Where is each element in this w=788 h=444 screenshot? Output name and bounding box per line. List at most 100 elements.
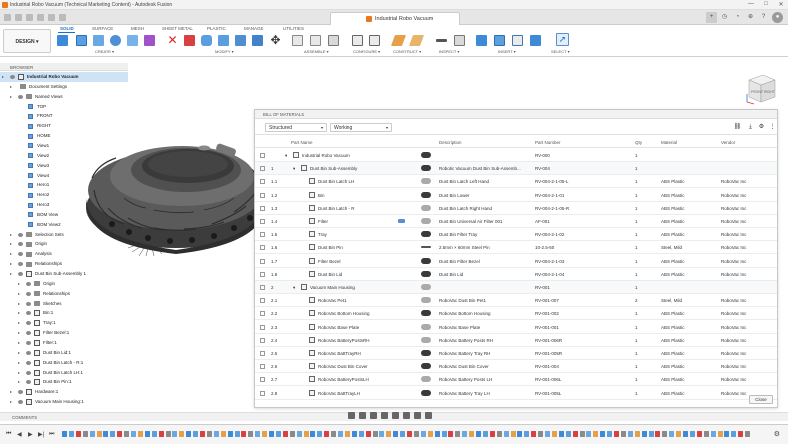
timeline-feature-icon[interactable] [151, 431, 157, 437]
insert-menu[interactable]: INSERT ▾ [498, 49, 516, 54]
timeline-feature-icon[interactable] [572, 431, 578, 437]
app-grid-icon[interactable] [4, 14, 11, 21]
assemble-menu[interactable]: ASSEMBLE ▾ [304, 49, 329, 54]
browser-item[interactable]: ▸ Named Views [0, 92, 128, 102]
expand-arrow-icon[interactable]: ▸ [18, 291, 20, 296]
expand-row-icon[interactable]: ▾ [285, 153, 287, 159]
timeline-feature-icon[interactable] [68, 431, 74, 437]
bom-row[interactable]: 1.4 Filter Dust Bin Universal Air Filter 0… [255, 215, 777, 228]
construct-menu[interactable]: CONSTRUCT ▾ [393, 49, 421, 54]
bom-row[interactable]: 1.2 Bin Dust Bin Lower RV-004-2-1-01 1 ABS Pl… [255, 189, 777, 202]
browser-item[interactable]: ▸ Relationships [0, 289, 128, 299]
browser-item[interactable]: ▸ Document Settings [0, 82, 128, 92]
look-at-icon[interactable] [359, 412, 366, 419]
expand-arrow-icon[interactable]: ▸ [10, 261, 12, 266]
timeline-feature-icon[interactable] [275, 431, 281, 437]
expand-arrow-icon[interactable]: ▸ [10, 241, 12, 246]
chamfer-icon[interactable] [218, 35, 229, 46]
timeline-feature-icon[interactable] [538, 431, 544, 437]
visibility-eye-icon[interactable] [10, 75, 15, 79]
browser-item[interactable]: ▸ Hardware:1 [0, 387, 128, 397]
link-icon[interactable]: ⛓ [733, 123, 742, 132]
timeline-feature-icon[interactable] [296, 431, 302, 437]
expand-arrow-icon[interactable]: ▸ [10, 271, 12, 276]
browser-item[interactable]: ▸ Filter Bezel:1 [0, 328, 128, 338]
bom-row[interactable]: 2.6 RoboVac Dust Bin Cover RoboVac Dust Bi… [255, 360, 777, 374]
extensions-icon[interactable]: ◷ [719, 12, 730, 23]
tab-industrial-robo-vacuum[interactable]: Industrial Robo Vacuum [330, 12, 460, 25]
timeline-feature-icon[interactable] [110, 431, 116, 437]
timeline-feature-icon[interactable] [745, 431, 751, 437]
timeline-feature-icon[interactable] [731, 431, 737, 437]
timeline-feature-icon[interactable] [248, 431, 254, 437]
timeline-feature-icon[interactable] [158, 431, 164, 437]
col-part-number[interactable]: Part Number [535, 140, 561, 145]
fit-icon[interactable] [392, 412, 399, 419]
timeline-feature-icon[interactable] [469, 431, 475, 437]
tab-sheet-metal[interactable]: SHEET METAL [162, 26, 193, 31]
browser-item[interactable]: ▸ Sketches [0, 299, 128, 309]
timeline-feature-icon[interactable] [434, 431, 440, 437]
timeline-feature-icon[interactable] [476, 431, 481, 437]
pan-icon[interactable] [370, 412, 377, 419]
browser-item[interactable]: ▸ Filter:1 [0, 338, 128, 348]
timeline-feature-icon[interactable] [724, 431, 730, 437]
timeline-feature-icon[interactable] [124, 431, 130, 437]
close-button[interactable]: Close [749, 395, 773, 404]
tab-utilities[interactable]: UTILITIES [283, 26, 304, 31]
move-copy-icon[interactable]: ✥ [270, 34, 281, 46]
select-arrow-icon[interactable]: ➚ [556, 33, 569, 46]
timeline-feature-icon[interactable] [710, 431, 716, 437]
step-back-icon[interactable]: ◀ [17, 431, 22, 438]
browser-item[interactable]: ▸ Dust Bin Pin:1 [0, 377, 128, 387]
timeline-feature-icon[interactable] [482, 431, 488, 437]
visibility-eye-icon[interactable] [18, 262, 23, 267]
timeline-feature-icon[interactable] [393, 431, 399, 437]
browser-header[interactable]: BROWSER [0, 63, 128, 71]
configure-icon[interactable] [352, 35, 363, 46]
timeline-feature-icon[interactable] [255, 431, 261, 437]
orbit-icon[interactable] [348, 412, 355, 419]
visibility-eye-icon[interactable] [18, 390, 23, 395]
timeline-feature-icon[interactable] [517, 431, 523, 437]
timeline-feature-icon[interactable] [282, 431, 288, 437]
timeline-feature-icon[interactable] [220, 431, 226, 437]
bom-title-bar[interactable]: BILL OF MATERIALS [255, 110, 777, 119]
bom-row[interactable]: 1.6 Dust Bin Pin 2.5mm × 60mm Steel Pin 10-… [255, 241, 777, 255]
go-to-start-icon[interactable]: ⏮ [6, 431, 11, 438]
row-checkbox[interactable] [260, 285, 265, 290]
timeline-feature-icon[interactable] [324, 431, 330, 437]
visibility-eye-icon[interactable] [26, 331, 31, 336]
insert-mesh-icon[interactable] [494, 35, 505, 46]
timeline-feature-icon[interactable] [213, 431, 219, 437]
row-checkbox[interactable] [260, 205, 265, 211]
timeline-feature-icon[interactable] [579, 431, 585, 437]
timeline-feature-icon[interactable] [131, 431, 136, 437]
timeline-feature-icon[interactable] [89, 431, 95, 437]
interference-icon[interactable] [454, 35, 465, 46]
timeline-feature-icon[interactable] [531, 431, 537, 437]
timeline-feature-icon[interactable] [634, 431, 640, 437]
timeline-feature-icon[interactable] [586, 431, 592, 437]
browser-item[interactable]: ▸ Industrial Robo Vacuum [0, 72, 128, 82]
visibility-eye-icon[interactable] [26, 370, 31, 375]
shell-icon[interactable] [235, 35, 246, 46]
row-checkbox[interactable] [260, 179, 265, 185]
row-checkbox[interactable] [260, 298, 265, 304]
bom-row[interactable]: 1.1 Dust Bin Latch LH Dust Bin Latch Left … [255, 175, 777, 189]
play-icon[interactable]: ▶ [28, 431, 33, 438]
timeline-feature-icon[interactable] [165, 431, 171, 437]
timeline-feature-icon[interactable] [137, 431, 143, 437]
row-checkbox[interactable] [260, 311, 265, 317]
timeline-feature-icon[interactable] [455, 431, 461, 437]
bom-view-select[interactable]: Structured ▾ [265, 123, 327, 132]
visibility-eye-icon[interactable] [26, 340, 31, 345]
undo-icon[interactable] [37, 14, 44, 21]
bom-state-select[interactable]: Working ▾ [330, 123, 392, 132]
visibility-eye-icon[interactable] [18, 232, 23, 237]
timeline-feature-icon[interactable] [234, 431, 240, 437]
user-avatar[interactable]: ● [772, 12, 783, 23]
decal-icon[interactable] [512, 35, 523, 46]
browser-item[interactable]: ▸ Bin:1 [0, 308, 128, 318]
expand-arrow-icon[interactable]: ▸ [10, 399, 12, 404]
